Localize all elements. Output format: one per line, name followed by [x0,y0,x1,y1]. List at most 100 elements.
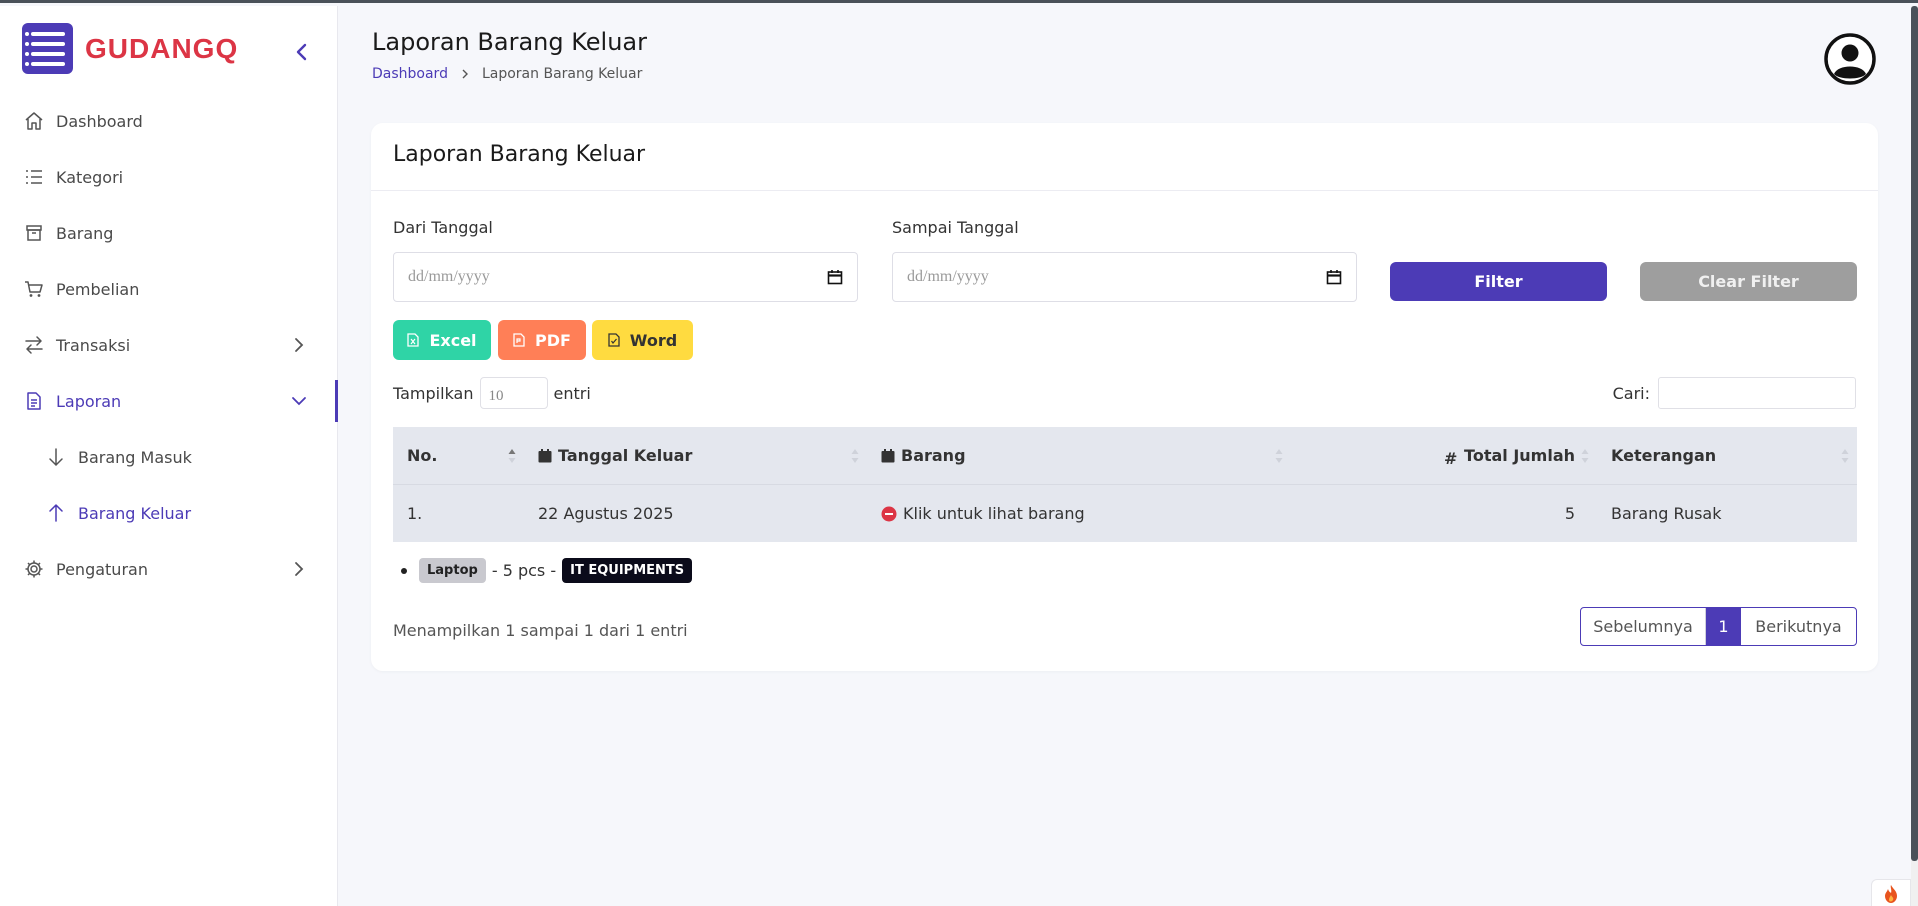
sidebar-nav: Dashboard Kategori Barang Pembelian Tran… [0,93,338,597]
cell-total: 5 [1564,504,1575,523]
clear-filter-button[interactable]: Clear Filter [1640,262,1857,301]
list-icon [26,170,42,184]
page-title: Laporan Barang Keluar [372,28,647,56]
th-keterangan-label: Keterangan [1611,446,1717,465]
chevron-left-icon[interactable] [292,42,312,62]
chevron-down-icon [292,397,306,406]
report-card: Laporan Barang Keluar Dari Tanggal dd/mm… [371,123,1878,671]
sidebar-item-kategori[interactable]: Kategori [0,149,338,205]
sidebar-item-barang-masuk[interactable]: Barang Masuk [0,429,338,485]
file-word-icon [608,333,620,347]
pagination-page[interactable]: 1 [1706,608,1741,645]
card-title: Laporan Barang Keluar [393,142,646,167]
export-excel-label: Excel [429,330,477,350]
th-barang[interactable]: Barang [867,427,1291,484]
th-barang-label: Barang [901,446,966,465]
scrollbar-thumb[interactable] [1911,6,1918,861]
sort-asc-icon [508,449,516,463]
user-avatar-icon[interactable] [1824,33,1876,85]
cell-barang-link[interactable]: Klik untuk lihat barang [903,504,1085,523]
sidebar-item-laporan[interactable]: Laporan [0,373,338,429]
sidebar-item-label: Laporan [56,391,122,411]
breadcrumb-home-link[interactable]: Dashboard [372,66,448,82]
file-pdf-icon [513,333,525,347]
sort-icon [1841,449,1849,463]
brand[interactable]: GUDANGQ [22,23,238,74]
sidebar-item-label: Pembelian [56,279,140,299]
sidebar: GUDANGQ Dashboard Kategori Barang Pembel… [0,6,338,906]
sort-icon [1581,449,1589,463]
calendar-icon [538,448,552,462]
sidebar-item-dashboard[interactable]: Dashboard [0,93,338,149]
qty-text: - 5 pcs - [491,561,557,580]
hash-icon: # [1444,448,1458,468]
document-icon [27,392,41,410]
category-badge: IT EQUIPMENTS [562,558,693,583]
brand-logo-icon [22,23,73,74]
export-pdf-button[interactable]: PDF [498,320,586,360]
sidebar-item-barang-keluar[interactable]: Barang Keluar [0,485,338,541]
to-date-placeholder: dd/mm/yyyy [907,268,989,285]
calendar-icon[interactable] [827,269,843,285]
card-header: Laporan Barang Keluar [371,123,1878,191]
breadcrumb-current: Laporan Barang Keluar [481,66,643,82]
arrow-up-icon [49,503,63,522]
th-keterangan[interactable]: Keterangan [1597,427,1857,484]
from-date-placeholder: dd/mm/yyyy [408,268,490,285]
calendar-icon [881,448,895,462]
file-excel-icon [407,333,420,347]
bullet [401,567,407,574]
minus-circle-icon[interactable] [881,506,897,522]
export-word-button[interactable]: Word [592,320,693,360]
row-detail: Laptop - 5 pcs - IT EQUIPMENTS [401,558,693,583]
entries-length-control: Tampilkan 10 entri [393,377,591,409]
sidebar-item-label: Pengaturan [56,559,148,579]
table-row: 1. 22 Agustus 2025 Klik untuk lihat bara… [393,484,1857,542]
calendar-icon[interactable] [1326,269,1342,285]
th-tanggal[interactable]: Tanggal Keluar [524,427,867,484]
pagination: Sebelumnya 1 Berikutnya [1580,607,1857,646]
pagination-prev[interactable]: Sebelumnya [1581,608,1706,645]
entries-suffix: entri [553,383,591,403]
filter-button[interactable]: Filter [1390,262,1607,301]
sidebar-item-pengaturan[interactable]: Pengaturan [0,541,338,597]
entries-select[interactable]: 10 [479,377,548,409]
sidebar-item-label: Kategori [56,167,124,187]
to-date-input[interactable]: dd/mm/yyyy [892,252,1357,302]
flame-widget[interactable] [1871,879,1911,906]
export-excel-button[interactable]: Excel [393,320,491,360]
th-tanggal-label: Tanggal Keluar [558,446,693,465]
chevron-right-icon [295,562,304,576]
th-total[interactable]: # Total Jumlah [1291,427,1597,484]
sort-icon [1275,449,1283,463]
entries-prefix: Tampilkan [393,383,474,403]
sidebar-item-label: Dashboard [56,111,143,131]
cart-icon [25,281,43,297]
cell-keterangan: Barang Rusak [1611,504,1722,523]
pagination-next[interactable]: Berikutnya [1741,608,1856,645]
cell-barang[interactable]: Klik untuk lihat barang [867,485,1291,542]
home-icon [25,112,43,130]
export-word-label: Word [629,330,678,350]
from-date-label: Dari Tanggal [393,218,493,237]
th-no[interactable]: No. [393,427,524,484]
table-info: Menampilkan 1 sampai 1 dari 1 entri [393,621,688,640]
sidebar-item-pembelian[interactable]: Pembelian [0,261,338,317]
cell-tanggal: 22 Agustus 2025 [538,504,674,523]
from-date-input[interactable]: dd/mm/yyyy [393,252,858,302]
sidebar-item-label: Barang [56,223,114,243]
sidebar-item-transaksi[interactable]: Transaksi [0,317,338,373]
search-input[interactable] [1658,377,1856,409]
breadcrumb: Dashboard Laporan Barang Keluar [372,66,642,82]
brand-name: GUDANGQ [85,32,239,64]
th-no-label: No. [407,446,438,465]
chevron-right-icon [295,338,304,352]
th-total-label: Total Jumlah [1464,446,1575,465]
table-header: No. Tanggal Keluar Barang # Total Jumlah… [393,427,1857,484]
sidebar-item-label: Transaksi [56,335,131,355]
exchange-icon [25,336,43,354]
sidebar-item-barang[interactable]: Barang [0,205,338,261]
sidebar-item-label: Barang Keluar [78,503,192,523]
export-pdf-label: PDF [535,330,571,350]
item-badge: Laptop [419,558,486,583]
